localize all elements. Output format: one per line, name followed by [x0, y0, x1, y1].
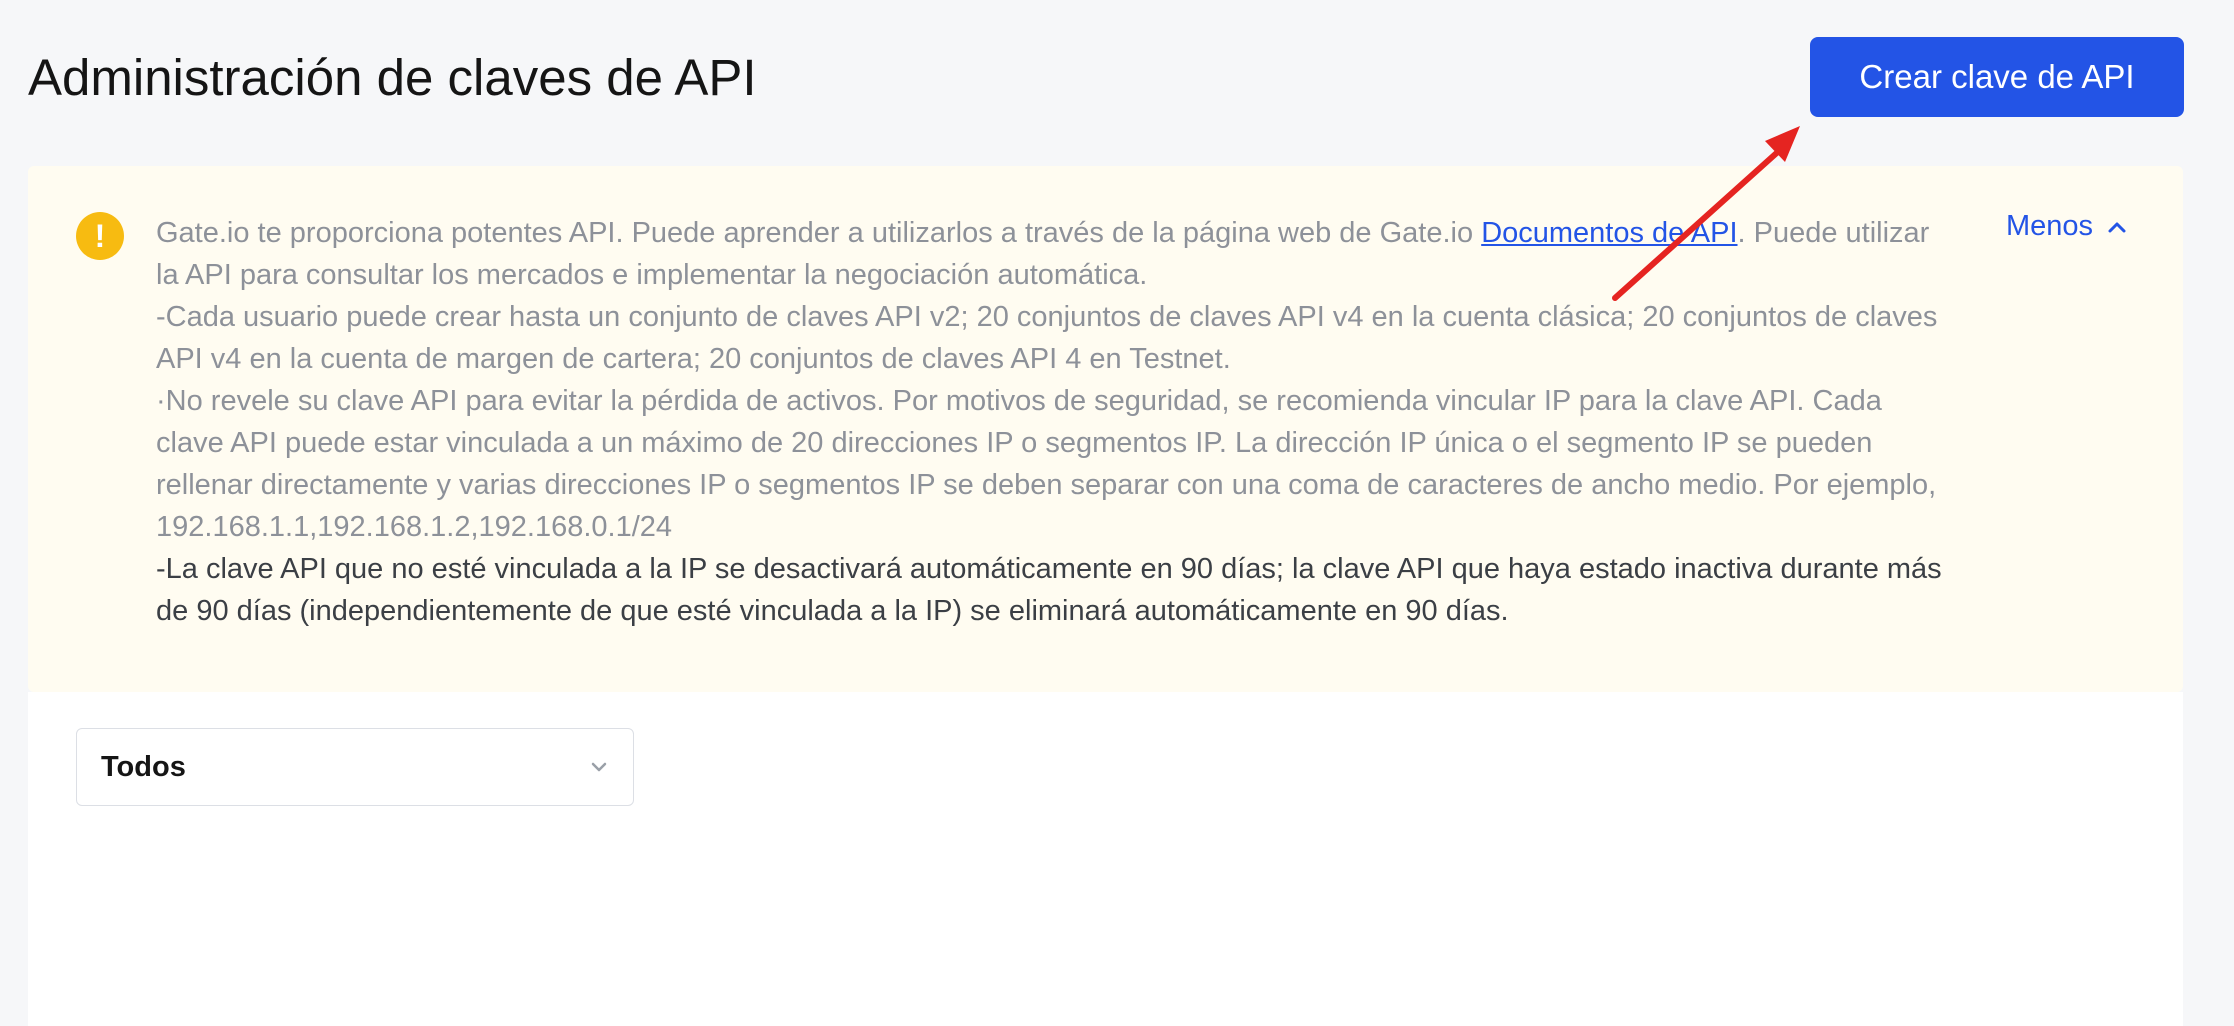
api-docs-link[interactable]: Documentos de API — [1481, 217, 1737, 249]
warning-icon: ! — [76, 212, 124, 260]
notice-paragraph-security: ·No revele su clave API para evitar la p… — [156, 385, 1937, 543]
api-keys-content: Todos — [28, 692, 2183, 1026]
create-api-key-button[interactable]: Crear clave de API — [1810, 37, 2184, 117]
collapse-notice-toggle[interactable]: Menos — [2006, 210, 2127, 243]
chevron-up-icon — [2108, 222, 2126, 232]
notice-paragraph-intro: Gate.io te proporciona potentes API. Pue… — [156, 212, 1956, 296]
notice-paragraph-expiry: -La clave API que no esté vinculada a la… — [156, 553, 1942, 627]
chevron-down-icon — [591, 762, 607, 772]
filter-selected-value: Todos — [101, 750, 186, 783]
api-notice-panel: ! Gate.io te proporciona potentes API. P… — [28, 166, 2183, 692]
page-title: Administración de claves de API — [28, 49, 757, 106]
notice-intro-text: Gate.io te proporciona potentes API. Pue… — [156, 217, 1482, 249]
notice-text: Gate.io te proporciona potentes API. Pue… — [156, 212, 1956, 632]
collapse-toggle-label: Menos — [2006, 210, 2094, 242]
key-filter-select[interactable]: Todos — [76, 728, 634, 806]
notice-paragraph-limits: -Cada usuario puede crear hasta un conju… — [156, 301, 1938, 375]
